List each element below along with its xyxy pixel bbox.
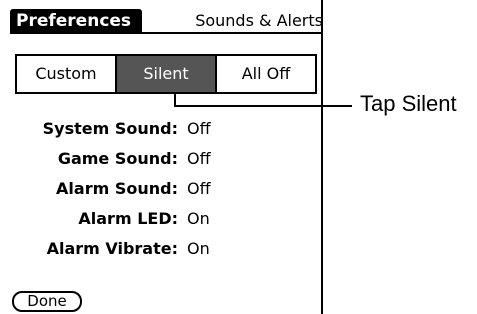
setting-row-alarm-led: Alarm LED: On xyxy=(0,208,323,230)
callout-label: Tap Silent xyxy=(360,91,457,116)
category-selector[interactable]: Sounds & Alerts xyxy=(160,9,323,32)
title-bar: Preferences Sounds & Alerts xyxy=(10,9,323,34)
setting-value[interactable]: Off xyxy=(187,118,211,140)
title-divider xyxy=(10,32,323,34)
setting-row-alarm-vibrate: Alarm Vibrate: On xyxy=(0,238,323,260)
setting-row-alarm-sound: Alarm Sound: Off xyxy=(0,178,323,200)
silent-button[interactable]: Silent xyxy=(115,56,215,92)
setting-label: Alarm Sound: xyxy=(56,179,178,198)
palm-screen: Preferences Sounds & Alerts Custom Silen… xyxy=(0,0,323,314)
setting-value[interactable]: On xyxy=(187,238,210,260)
setting-row-system-sound: System Sound: Off xyxy=(0,118,323,140)
callout-line-horizontal xyxy=(174,105,352,107)
done-button[interactable]: Done xyxy=(12,291,82,312)
profile-segmented-control: Custom Silent All Off xyxy=(15,54,317,94)
setting-value[interactable]: On xyxy=(187,208,210,230)
setting-label: Alarm Vibrate: xyxy=(46,239,178,258)
setting-value[interactable]: Off xyxy=(187,148,211,170)
setting-value[interactable]: Off xyxy=(187,178,211,200)
setting-row-game-sound: Game Sound: Off xyxy=(0,148,323,170)
setting-label: Alarm LED: xyxy=(78,209,178,228)
setting-label: System Sound: xyxy=(42,119,178,138)
setting-label: Game Sound: xyxy=(57,149,178,168)
custom-button[interactable]: Custom xyxy=(17,56,115,92)
app-title: Preferences xyxy=(10,9,142,34)
all-off-button[interactable]: All Off xyxy=(215,56,315,92)
